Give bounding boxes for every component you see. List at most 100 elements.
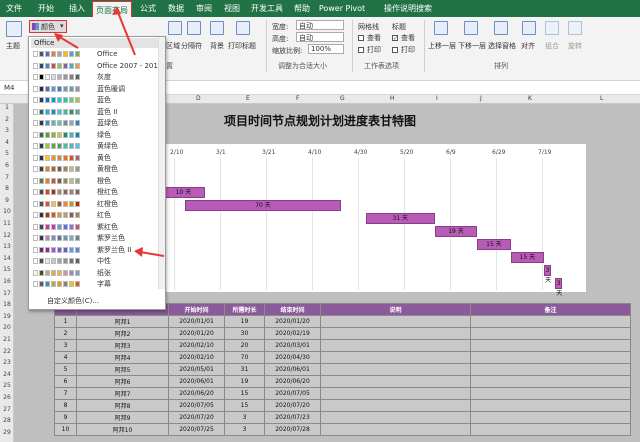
theme-color-option[interactable]: 蓝色 — [31, 96, 163, 105]
print-area-icon[interactable] — [168, 21, 182, 35]
row-header[interactable]: 21 — [0, 336, 14, 343]
row-header[interactable]: 10 — [0, 208, 14, 215]
send-backward-icon[interactable] — [464, 21, 478, 35]
tab-3[interactable]: 插入 — [62, 0, 92, 17]
row-header[interactable]: 18 — [0, 301, 14, 308]
gantt-bar[interactable]: 70 天 — [184, 200, 342, 211]
row-header[interactable]: 9 — [0, 197, 14, 204]
table-cell[interactable]: 19 — [224, 315, 265, 328]
tab-4[interactable]: 页面布局 — [92, 1, 132, 17]
table-cell[interactable] — [320, 351, 471, 364]
row-header[interactable]: 23 — [0, 359, 14, 366]
row-header[interactable]: 13 — [0, 243, 14, 250]
background-label[interactable]: 背景 — [210, 41, 224, 51]
table-cell[interactable] — [470, 387, 631, 400]
table-cell[interactable] — [470, 327, 631, 340]
background-icon[interactable] — [210, 21, 224, 35]
theme-color-option[interactable]: Office 2007 - 2010 — [31, 62, 163, 71]
row-header[interactable]: 4 — [0, 139, 14, 146]
table-row[interactable]: 9 阿邦9 2020/07/20 3 2020/07/23 — [54, 411, 631, 424]
row-header[interactable]: 6 — [0, 162, 14, 169]
tab-1[interactable]: 文件 — [0, 0, 28, 17]
selection-pane-label[interactable]: 选择窗格 — [488, 41, 516, 51]
table-cell[interactable] — [320, 363, 471, 376]
row-header[interactable]: 20 — [0, 324, 14, 331]
gridlines-print-checkbox[interactable] — [358, 47, 364, 53]
table-cell[interactable]: 阿邦1 — [76, 315, 169, 328]
theme-color-option[interactable]: 黄橙色 — [31, 165, 163, 174]
theme-color-option[interactable]: 蓝色暖调 — [31, 85, 163, 94]
gantt-bar[interactable]: 15 天 — [477, 239, 511, 250]
custom-colors-link[interactable]: 自定义颜色(C)... — [47, 296, 99, 306]
gantt-bar[interactable]: 3天 — [544, 265, 551, 284]
tab-10[interactable]: 帮助 — [288, 0, 316, 17]
theme-color-option[interactable]: 蓝色 II — [31, 108, 163, 117]
row-header[interactable]: 16 — [0, 278, 14, 285]
table-cell[interactable]: 30 — [224, 327, 265, 340]
table-cell[interactable]: 5 — [54, 363, 77, 376]
table-cell[interactable]: 7 — [54, 387, 77, 400]
table-cell[interactable]: 2020/01/01 — [168, 315, 225, 328]
row-header[interactable]: 27 — [0, 406, 14, 413]
table-cell[interactable]: 2020/01/20 — [168, 327, 225, 340]
column-header[interactable]: D — [196, 95, 201, 102]
row-header[interactable]: 12 — [0, 232, 14, 239]
table-cell[interactable] — [320, 339, 471, 352]
name-box[interactable]: M4 — [4, 84, 15, 92]
tab-5[interactable]: 公式 — [134, 0, 162, 17]
print-titles-icon[interactable] — [236, 21, 250, 35]
table-cell[interactable]: 15 — [224, 399, 265, 412]
table-cell[interactable]: 4 — [54, 351, 77, 364]
row-header[interactable]: 19 — [0, 313, 14, 320]
table-cell[interactable]: 阿邦10 — [76, 423, 169, 436]
table-cell[interactable] — [320, 327, 471, 340]
gantt-bar[interactable]: 3天 — [555, 278, 562, 297]
print-area-label[interactable]: 区域 — [166, 41, 180, 51]
dropdown-scrollbar[interactable] — [158, 37, 165, 289]
table-cell[interactable]: 2020/02/19 — [264, 327, 321, 340]
table-cell[interactable]: 2020/04/30 — [264, 351, 321, 364]
table-cell[interactable]: 2020/07/28 — [264, 423, 321, 436]
table-cell[interactable]: 2020/06/20 — [168, 387, 225, 400]
table-cell[interactable]: 阿邦6 — [76, 375, 169, 388]
table-cell[interactable]: 6 — [54, 375, 77, 388]
table-cell[interactable]: 阿邦8 — [76, 399, 169, 412]
height-select[interactable]: 自动 — [296, 32, 344, 42]
breaks-icon[interactable] — [187, 21, 201, 35]
table-cell[interactable] — [320, 423, 471, 436]
theme-color-option[interactable]: 橙红色 — [31, 188, 163, 197]
gridlines-view-checkbox[interactable] — [358, 35, 364, 41]
table-cell[interactable]: 3 — [224, 411, 265, 424]
table-cell[interactable]: 阿邦2 — [76, 327, 169, 340]
table-cell[interactable]: 1 — [54, 315, 77, 328]
align-icon[interactable] — [522, 21, 536, 35]
theme-color-option[interactable]: 蓝绿色 — [31, 119, 163, 128]
theme-color-option[interactable]: 紫罗兰色 II — [31, 246, 163, 255]
table-cell[interactable] — [320, 399, 471, 412]
table-cell[interactable] — [470, 423, 631, 436]
table-cell[interactable]: 10 — [54, 423, 77, 436]
table-cell[interactable]: 20 — [224, 339, 265, 352]
table-cell[interactable]: 2020/07/05 — [168, 399, 225, 412]
table-cell[interactable]: 阿邦4 — [76, 351, 169, 364]
row-header[interactable]: 14 — [0, 255, 14, 262]
table-cell[interactable]: 70 — [224, 351, 265, 364]
theme-color-option[interactable]: 灰度 — [31, 73, 163, 82]
table-row[interactable]: 4 阿邦4 2020/02/10 70 2020/04/30 — [54, 351, 631, 364]
theme-color-option[interactable]: 紫红色 — [31, 223, 163, 232]
send-backward-label[interactable]: 下移一层 — [458, 41, 486, 51]
table-row[interactable]: 8 阿邦8 2020/07/05 15 2020/07/20 — [54, 399, 631, 412]
gantt-bar[interactable]: 31 天 — [365, 213, 435, 224]
table-cell[interactable]: 2020/06/01 — [168, 375, 225, 388]
table-cell[interactable]: 2020/06/01 — [264, 363, 321, 376]
row-header[interactable]: 8 — [0, 185, 14, 192]
table-cell[interactable]: 31 — [224, 363, 265, 376]
table-cell[interactable] — [320, 375, 471, 388]
table-cell[interactable] — [470, 375, 631, 388]
row-header[interactable]: 29 — [0, 429, 14, 436]
table-row[interactable]: 5 阿邦5 2020/05/01 31 2020/06/01 — [54, 363, 631, 376]
column-header[interactable]: K — [528, 95, 532, 102]
theme-color-option[interactable]: 紫罗兰色 — [31, 234, 163, 243]
headings-print-checkbox[interactable] — [392, 47, 398, 53]
column-header[interactable]: E — [246, 95, 250, 102]
